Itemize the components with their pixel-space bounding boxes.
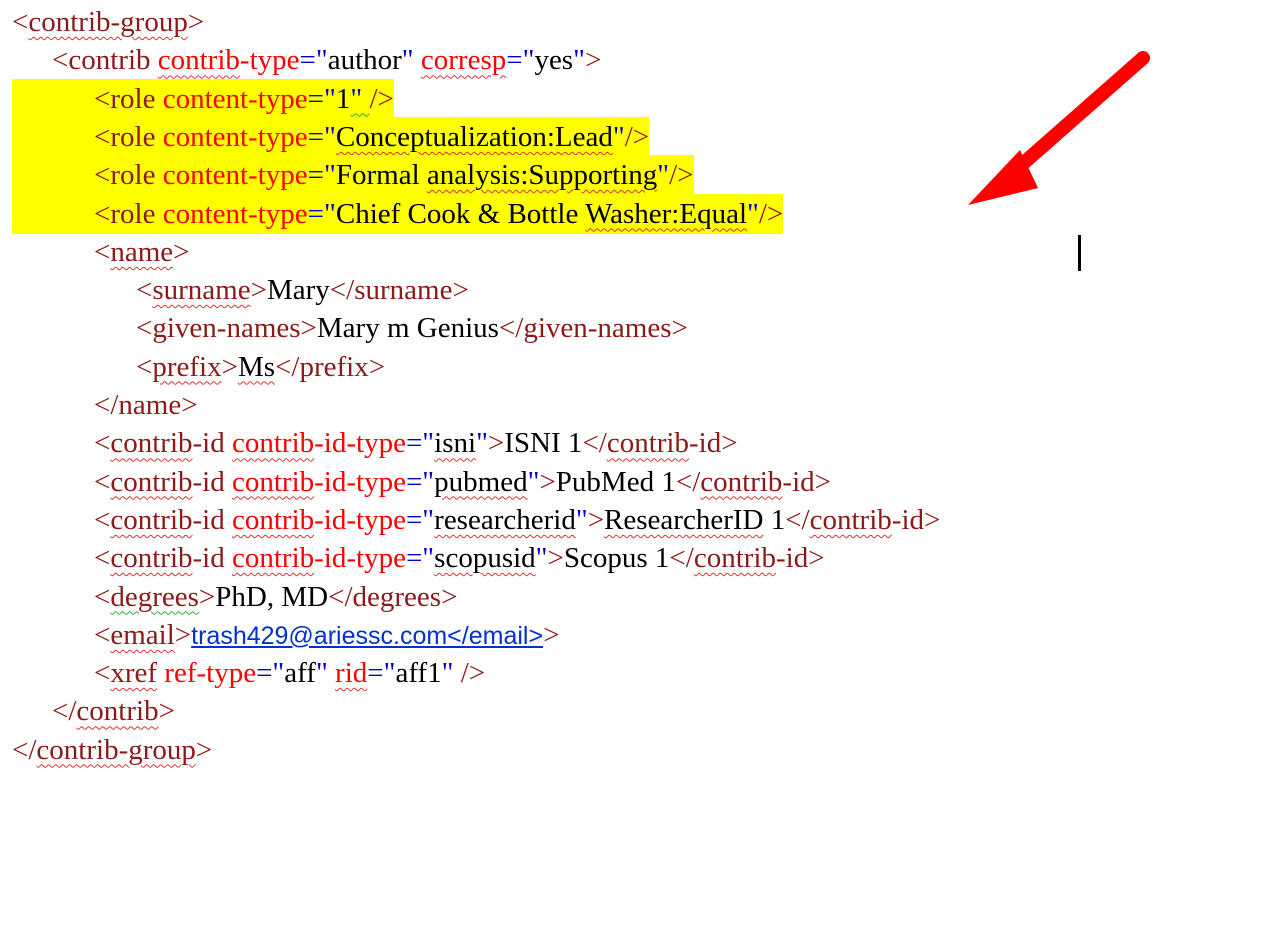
red-arrow-icon bbox=[968, 51, 1150, 205]
